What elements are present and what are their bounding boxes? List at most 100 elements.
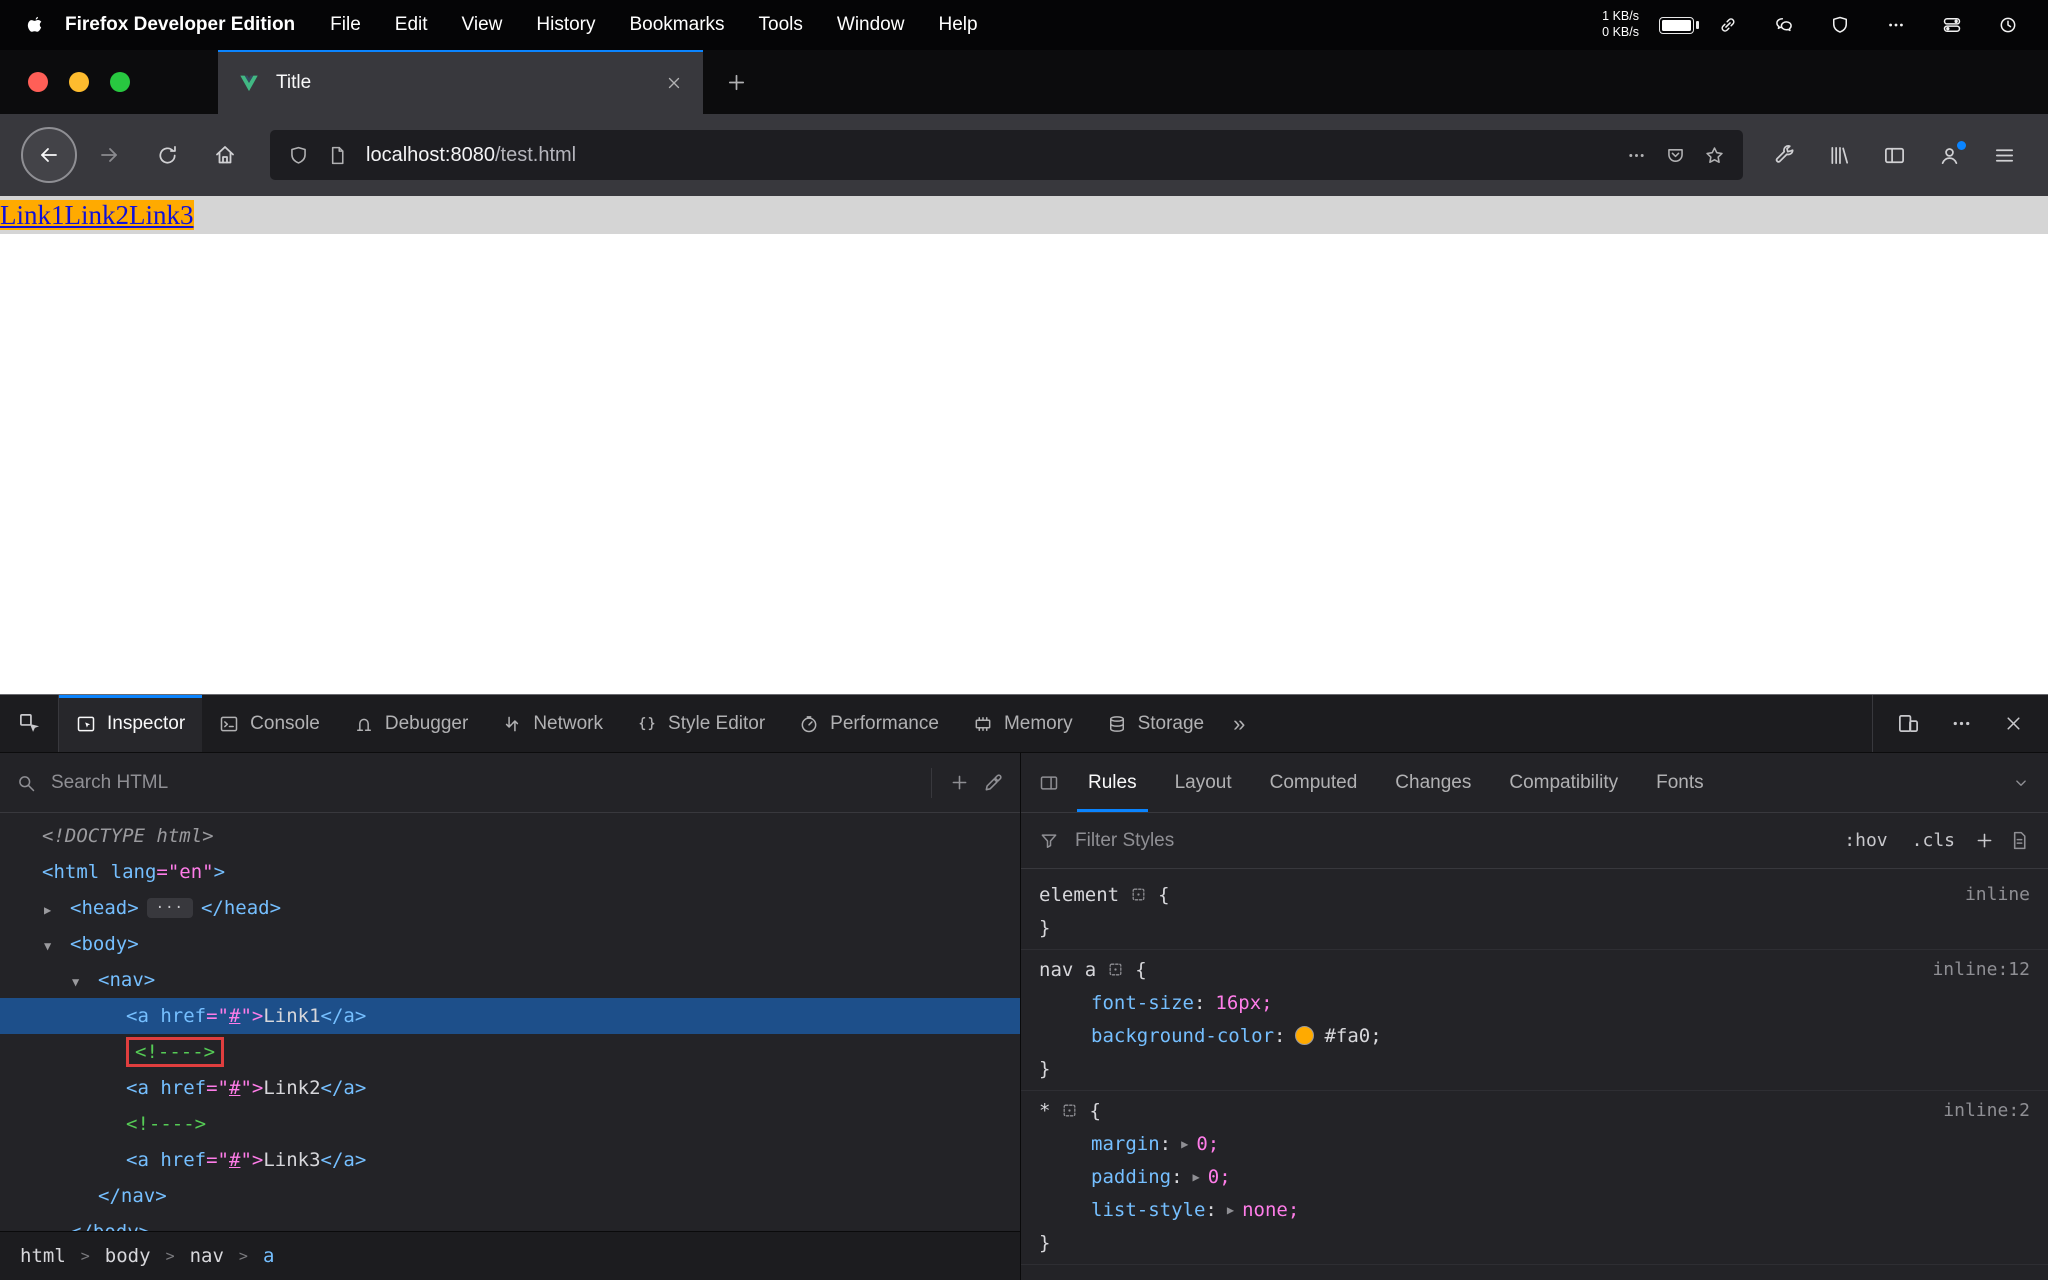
devtools-tab-network[interactable]: Network [485,695,620,752]
devtools-tab-memory[interactable]: Memory [956,695,1090,752]
page-actions-icon[interactable] [1626,145,1647,166]
filter-styles-input[interactable] [1073,828,1826,853]
twisty-icon[interactable]: ▶ [44,892,70,928]
devtools-tab-console[interactable]: Console [202,695,337,752]
expand-arrow-icon[interactable]: ▶ [1227,1203,1234,1217]
menu-history[interactable]: History [519,14,612,36]
menu-edit[interactable]: Edit [378,14,445,36]
menubar-app-name[interactable]: Firefox Developer Edition [51,14,313,36]
twisty-icon[interactable]: ▼ [72,964,98,1000]
markup-row[interactable]: <!----> [0,1034,1020,1070]
back-button[interactable] [21,127,77,183]
devtools-tab-inspector[interactable]: Inspector [59,695,203,752]
ellipsis-icon[interactable] [1886,15,1906,35]
menu-hamburger-icon[interactable] [1993,144,2016,167]
markup-row[interactable]: <!DOCTYPE html> [0,818,1020,854]
selector-target-icon[interactable] [1061,1102,1078,1119]
page-info-icon[interactable] [327,145,348,166]
more-tools-chevron-icon[interactable]: » [1221,711,1257,737]
rule-selector[interactable]: nav a [1039,959,1096,981]
breadcrumb-item-a[interactable]: a [263,1245,274,1267]
rule-selector[interactable]: * [1039,1100,1050,1122]
menu-window[interactable]: Window [820,14,922,36]
markup-row[interactable]: <!----> [0,1106,1020,1142]
menu-help[interactable]: Help [921,14,994,36]
reload-button[interactable] [141,129,193,181]
print-simulation-icon[interactable] [2009,830,2030,851]
css-declaration[interactable]: font-size:16px; [1021,986,2048,1019]
breadcrumb-item-body[interactable]: body [105,1245,151,1267]
browser-tab[interactable]: Title [218,50,703,114]
markup-row[interactable]: <a href="#">Link2</a> [0,1070,1020,1106]
add-node-icon[interactable] [949,772,970,793]
clock-icon[interactable] [1998,15,2018,35]
css-declaration[interactable]: list-style: ▶ none; [1021,1193,2048,1226]
page-link-link1[interactable]: Link1 [0,199,65,230]
menu-file[interactable]: File [313,14,378,36]
tracking-protection-shield-icon[interactable] [288,145,309,166]
page-link-link3[interactable]: Link3 [129,199,194,230]
account-icon[interactable] [1938,140,1966,167]
rule-source-link[interactable]: inline:12 [1932,959,2030,980]
selector-target-icon[interactable] [1130,886,1147,903]
control-center-icon[interactable] [1942,15,1962,35]
forward-button[interactable] [83,129,135,181]
css-declaration[interactable]: padding: ▶ 0; [1021,1160,2048,1193]
markup-row[interactable]: ▼ <nav> [0,962,1020,998]
devtools-tab-storage[interactable]: Storage [1090,695,1222,752]
close-window-button[interactable] [28,72,48,92]
expand-arrow-icon[interactable]: ▶ [1181,1137,1188,1151]
css-declaration[interactable]: margin: ▶ 0; [1021,1127,2048,1160]
markup-row[interactable]: <html lang="en"> [0,854,1020,890]
rule-selector[interactable]: element [1039,884,1119,906]
search-html-input[interactable] [49,770,914,795]
rule-source-link[interactable]: inline:2 [1943,1100,2030,1121]
bookmark-star-icon[interactable] [1704,145,1725,166]
sidebar-tab-rules[interactable]: Rules [1069,753,1156,812]
menu-bookmarks[interactable]: Bookmarks [613,14,742,36]
add-rule-icon[interactable] [1974,830,1995,851]
page-link-link2[interactable]: Link2 [64,199,129,230]
pseudo-class-button[interactable]: :hov [1839,830,1892,851]
sidebar-tab-fonts[interactable]: Fonts [1637,753,1723,812]
sidebar-tab-layout[interactable]: Layout [1156,753,1251,812]
shield-icon[interactable] [1830,15,1850,35]
class-toggle-button[interactable]: .cls [1907,830,1960,851]
devtools-tab-style-editor[interactable]: Style Editor [620,695,782,752]
devtools-close-icon[interactable] [2003,713,2024,734]
rule-source-link[interactable]: inline [1965,884,2030,905]
new-tab-button[interactable] [725,71,748,94]
url-bar[interactable]: localhost:8080/test.html [270,130,1743,180]
selector-target-icon[interactable] [1107,961,1124,978]
apple-menu-icon[interactable] [24,15,45,36]
devtools-settings-icon[interactable] [1950,712,1973,735]
twisty-icon[interactable]: ▼ [44,928,70,964]
devtools-tab-performance[interactable]: Performance [782,695,956,752]
link-icon[interactable] [1718,15,1738,35]
responsive-design-mode-icon[interactable] [1897,712,1920,735]
pick-element-button[interactable] [0,695,59,752]
pane-toggle-icon[interactable] [1039,773,1059,793]
markup-row[interactable]: <a href="#">Link3</a> [0,1142,1020,1178]
eyedropper-icon[interactable] [983,772,1004,793]
home-button[interactable] [199,129,251,181]
sidebar-toggle-icon[interactable] [1883,144,1906,167]
pocket-icon[interactable] [1665,145,1686,166]
color-swatch-icon[interactable] [1295,1026,1315,1045]
minimize-window-button[interactable] [69,72,89,92]
zoom-window-button[interactable] [110,72,130,92]
devtools-wrench-icon[interactable] [1773,144,1796,167]
expand-arrow-icon[interactable]: ▶ [1193,1170,1200,1184]
menu-view[interactable]: View [445,14,520,36]
markup-row[interactable]: ▼ <body> [0,926,1020,962]
devtools-tab-debugger[interactable]: Debugger [337,695,485,752]
css-declaration[interactable]: background-color: #fa0; [1021,1019,2048,1052]
library-icon[interactable] [1828,144,1851,167]
markup-row[interactable]: </nav> [0,1178,1020,1214]
sidebar-tab-computed[interactable]: Computed [1251,753,1377,812]
sidebar-tab-changes[interactable]: Changes [1376,753,1490,812]
markup-row[interactable]: <a href="#">Link1</a> [0,998,1020,1034]
breadcrumb-item-html[interactable]: html [20,1245,66,1267]
tab-close-icon[interactable] [665,74,683,92]
breadcrumb-item-nav[interactable]: nav [190,1245,224,1267]
